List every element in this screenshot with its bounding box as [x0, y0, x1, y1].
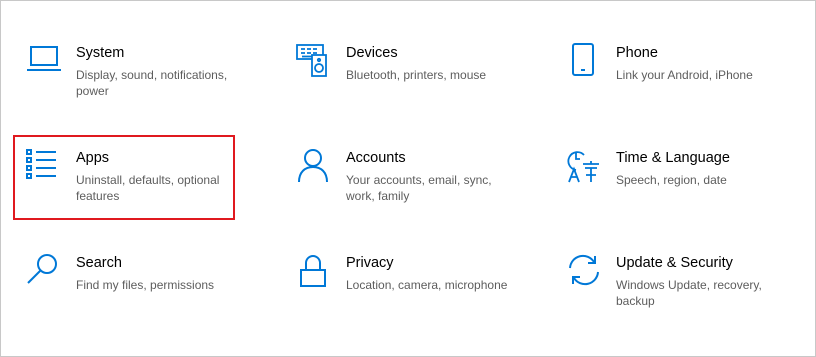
tile-description: Display, sound, notifications, power — [76, 68, 228, 98]
tile-description: Find my files, permissions — [76, 278, 215, 292]
tile-title: System — [76, 45, 125, 61]
tile-system[interactable]: System Display, sound, notifications, po… — [26, 43, 276, 123]
search-icon — [26, 253, 62, 289]
settings-category-grid: System Display, sound, notifications, po… — [0, 0, 816, 357]
tile-description: Location, camera, microphone — [346, 278, 508, 292]
keyboard-speaker-icon — [296, 43, 332, 79]
tile-title: Accounts — [346, 150, 406, 166]
tile-time-language[interactable]: Time & Language Speech, region, date — [566, 148, 816, 228]
apps-highlight-box — [13, 135, 235, 220]
time-language-icon — [566, 148, 602, 184]
lock-icon — [296, 253, 332, 289]
tile-phone[interactable]: Phone Link your Android, iPhone — [566, 43, 816, 123]
sync-icon — [566, 253, 602, 289]
tile-description: Your accounts, email, sync, work, family — [346, 173, 492, 203]
tile-title: Update & Security — [616, 255, 733, 271]
laptop-icon — [26, 43, 62, 79]
tile-title: Time & Language — [616, 150, 730, 166]
tile-description: Bluetooth, printers, mouse — [346, 68, 487, 82]
tile-update-security[interactable]: Update & Security Windows Update, recove… — [566, 253, 816, 333]
tile-accounts[interactable]: Accounts Your accounts, email, sync, wor… — [296, 148, 546, 228]
tile-title: Devices — [346, 45, 398, 61]
tile-description: Link your Android, iPhone — [616, 68, 753, 82]
tile-title: Phone — [616, 45, 658, 61]
tile-search[interactable]: Search Find my files, permissions — [26, 253, 276, 333]
tile-privacy[interactable]: Privacy Location, camera, microphone — [296, 253, 546, 333]
phone-icon — [566, 43, 602, 79]
person-icon — [296, 148, 332, 184]
tile-description: Windows Update, recovery, backup — [616, 278, 762, 308]
tile-description: Speech, region, date — [616, 173, 727, 187]
tile-title: Privacy — [346, 255, 394, 271]
tile-devices[interactable]: Devices Bluetooth, printers, mouse — [296, 43, 546, 123]
tile-title: Search — [76, 255, 122, 271]
